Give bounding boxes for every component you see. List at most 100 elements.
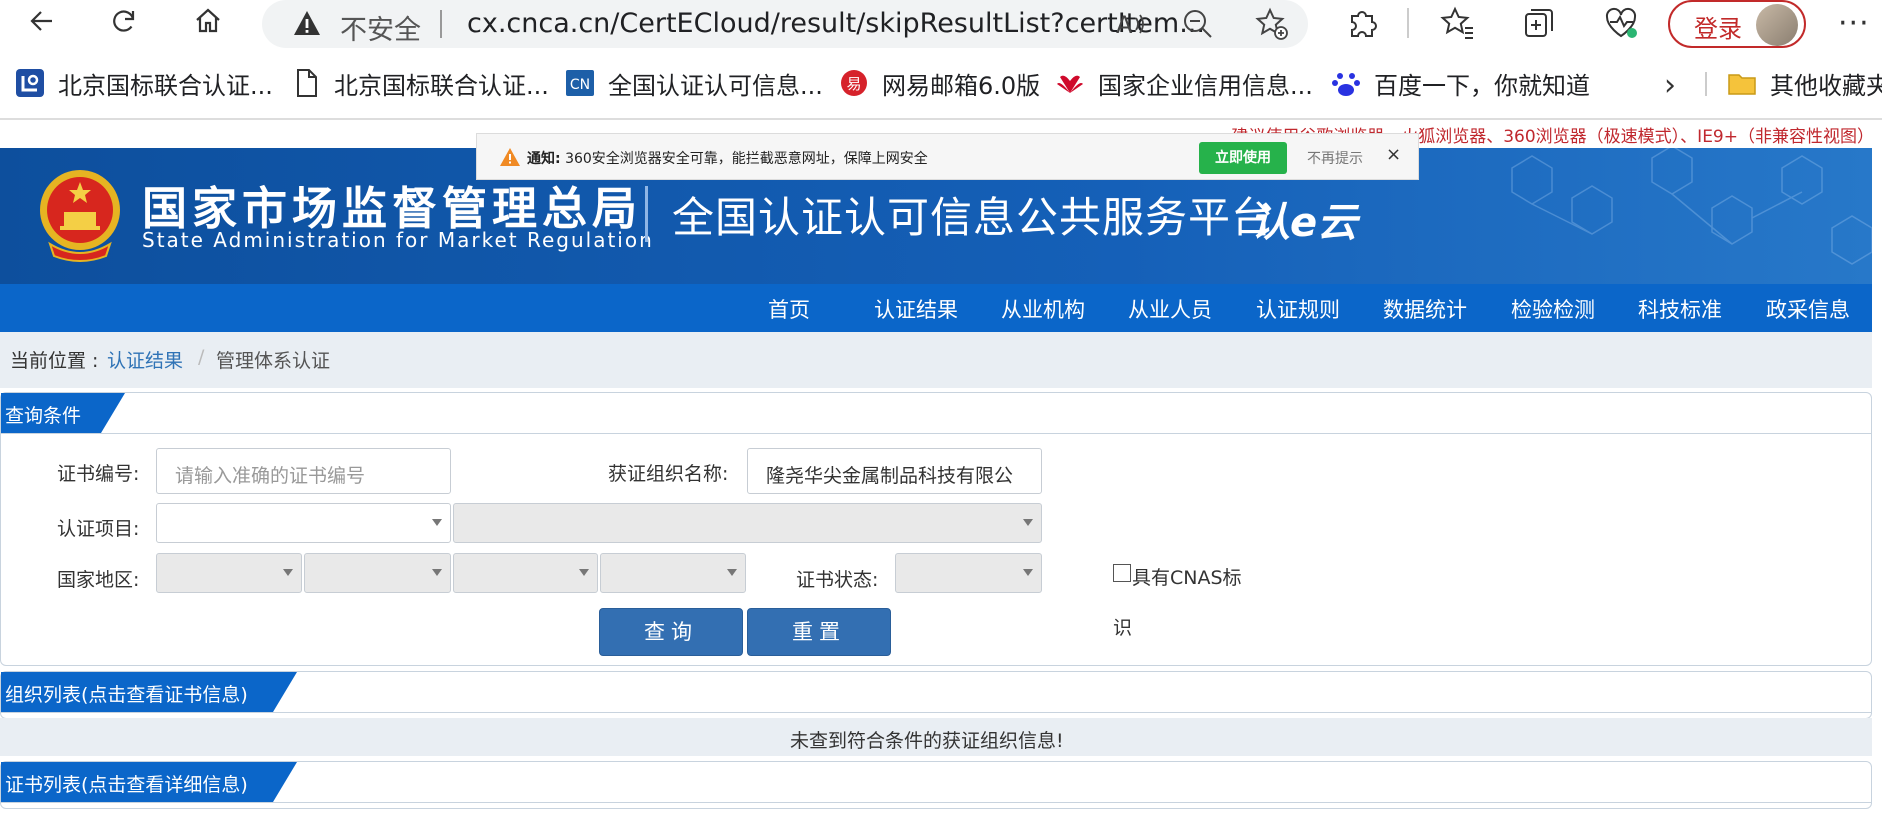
reset-button[interactable]: 重置	[747, 608, 891, 656]
breadcrumb-current: 管理体系认证	[216, 350, 331, 372]
favorites-icon[interactable]	[1438, 4, 1476, 42]
nav-item-procurement[interactable]: 政采信息	[1766, 294, 1850, 324]
login-label: 登录	[1694, 15, 1742, 43]
cnas-checkbox[interactable]	[1113, 564, 1131, 582]
read-aloud-icon[interactable]: A	[1112, 6, 1148, 42]
hex-pattern	[1511, 148, 1872, 265]
chevron-down-icon	[579, 569, 589, 576]
agency-name-en: State Administration for Market Regulati…	[142, 228, 654, 252]
chevron-down-icon	[283, 569, 293, 576]
chevron-right-icon[interactable]: ›	[1664, 68, 1676, 103]
region-province-select[interactable]	[304, 553, 451, 593]
bookmark-item[interactable]: 易 网易邮箱6.0版	[838, 62, 1040, 104]
status-label: 证书状态:	[796, 569, 879, 591]
panel-divider	[1, 433, 1871, 434]
close-icon[interactable]: ×	[1386, 144, 1401, 165]
bookmark-site-icon	[16, 69, 44, 97]
cert-list-header: 证书列表(点击查看详细信息)	[1, 762, 297, 802]
extensions-icon[interactable]	[1344, 4, 1382, 42]
panel-divider	[1, 802, 1871, 803]
home-icon[interactable]	[188, 2, 228, 40]
query-panel-header: 查询条件	[1, 393, 125, 433]
avatar	[1756, 4, 1798, 46]
notification-text: 通知: 360安全浏览器安全可靠，能拦截恶意网址，保障上网安全	[527, 148, 928, 168]
bookmark-item[interactable]: 国家企业信用信息...	[1054, 62, 1313, 104]
chevron-down-icon	[432, 519, 442, 526]
empty-message: 未查到符合条件的获证组织信息!	[790, 730, 1064, 752]
notification-title: 通知:	[527, 151, 561, 167]
breadcrumb-separator: /	[198, 346, 205, 368]
dismiss-link[interactable]: 不再提示	[1307, 148, 1363, 168]
bookmark-separator	[1705, 72, 1707, 96]
nav-item-results[interactable]: 认证结果	[874, 294, 958, 324]
org-list-title: 组织列表(点击查看证书信息)	[5, 684, 248, 706]
svg-text:A: A	[1116, 11, 1133, 39]
nav-item-personnel[interactable]: 从业人员	[1128, 294, 1212, 324]
cnca-icon: CN	[566, 70, 594, 96]
login-button[interactable]: 登录	[1668, 0, 1806, 48]
region-district-select[interactable]	[600, 553, 746, 593]
nav-item-home[interactable]: 首页	[768, 294, 810, 324]
insecure-label[interactable]: 不安全	[340, 8, 421, 47]
org-name-input[interactable]: 隆尧华尖金属制品科技有限公	[747, 448, 1042, 494]
cert-no-label: 证书编号:	[57, 463, 140, 485]
cert-item-label: 认证项目:	[57, 518, 140, 540]
bookmark-label: 网易邮箱6.0版	[882, 71, 1041, 100]
other-bookmarks-folder[interactable]: 其他收藏夹	[1726, 62, 1882, 104]
platform-logo: 认e云	[1250, 200, 1358, 246]
nav-item-standards[interactable]: 科技标准	[1638, 294, 1722, 324]
cert-no-input[interactable]: 请输入准确的证书编号	[156, 448, 451, 494]
svg-text:易: 易	[846, 75, 861, 93]
bookmark-label: 北京国标联合认证...	[58, 71, 273, 100]
browser-toolbar: 不安全 cx.cnca.cn/CertECloud/result/skipRes…	[0, 0, 1882, 48]
search-button[interactable]: 查询	[599, 608, 743, 656]
org-list-panel: 组织列表(点击查看证书信息)	[0, 671, 1872, 719]
platform-title: 全国认证认可信息公共服务平台	[672, 193, 1275, 242]
bookmark-item[interactable]: 北京国标联合认证...	[14, 62, 273, 104]
chevron-down-icon	[432, 569, 442, 576]
url-text[interactable]: cx.cnca.cn/CertECloud/result/skipResultL…	[467, 8, 1205, 39]
region-city-select[interactable]	[453, 553, 598, 593]
bookmark-item[interactable]: 百度一下，你就知道	[1330, 62, 1590, 104]
nav-item-rules[interactable]: 认证规则	[1256, 294, 1340, 324]
back-icon[interactable]	[22, 2, 62, 40]
bookmark-label: 北京国标联合认证...	[334, 71, 549, 100]
cert-item-select[interactable]	[156, 503, 451, 543]
zoom-out-icon[interactable]	[1180, 6, 1216, 42]
use-now-button[interactable]: 立即使用	[1199, 142, 1287, 174]
org-name-label: 获证组织名称:	[608, 463, 729, 485]
chevron-down-icon	[1023, 569, 1033, 576]
region-label: 国家地区:	[57, 569, 140, 591]
breadcrumb-prefix: 当前位置 :	[10, 350, 99, 372]
refresh-icon[interactable]	[104, 2, 144, 40]
add-favorite-icon[interactable]	[1254, 6, 1290, 42]
warning-icon	[500, 148, 520, 166]
baidu-icon	[1332, 73, 1360, 96]
nav-item-testing[interactable]: 检验检测	[1511, 294, 1595, 324]
cnas-label-cont: 识	[1113, 617, 1133, 639]
folder-icon	[1728, 74, 1756, 95]
bookmark-item[interactable]: CN 全国认证认可信息...	[564, 62, 823, 104]
national-emblem	[40, 170, 120, 262]
main-nav: 首页 认证结果 从业机构 从业人员 认证规则 数据统计 检验检测 科技标准 政采…	[0, 284, 1872, 332]
health-icon[interactable]	[1602, 4, 1640, 42]
bookmark-label: 全国认证认可信息...	[608, 71, 823, 100]
cert-list-panel: 证书列表(点击查看详细信息)	[0, 761, 1872, 809]
warning-icon[interactable]	[292, 8, 322, 38]
nav-item-institutions[interactable]: 从业机构	[1001, 294, 1085, 324]
cert-subitem-select	[453, 503, 1042, 543]
huawei-icon	[1057, 75, 1083, 93]
breadcrumb-link[interactable]: 认证结果	[107, 346, 183, 373]
query-panel-title: 查询条件	[5, 405, 82, 427]
bookmarks-bar: 北京国标联合认证... 北京国标联合认证... CN 全国认证认可信息... 易…	[0, 62, 1882, 104]
status-select[interactable]	[895, 553, 1042, 593]
region-country-select[interactable]	[156, 553, 302, 593]
nav-item-statistics[interactable]: 数据统计	[1383, 294, 1467, 324]
bookmark-item[interactable]: 北京国标联合认证...	[290, 62, 549, 104]
address-bar[interactable]: 不安全 cx.cnca.cn/CertECloud/result/skipRes…	[262, 0, 1308, 48]
browser-notification: 通知: 360安全浏览器安全可靠，能拦截恶意网址，保障上网安全 立即使用 不再提…	[476, 133, 1419, 180]
bookmark-label: 百度一下，你就知道	[1374, 71, 1590, 100]
panel-divider	[1, 712, 1871, 713]
more-icon[interactable]: ···	[1838, 6, 1870, 41]
collections-icon[interactable]	[1520, 4, 1558, 42]
